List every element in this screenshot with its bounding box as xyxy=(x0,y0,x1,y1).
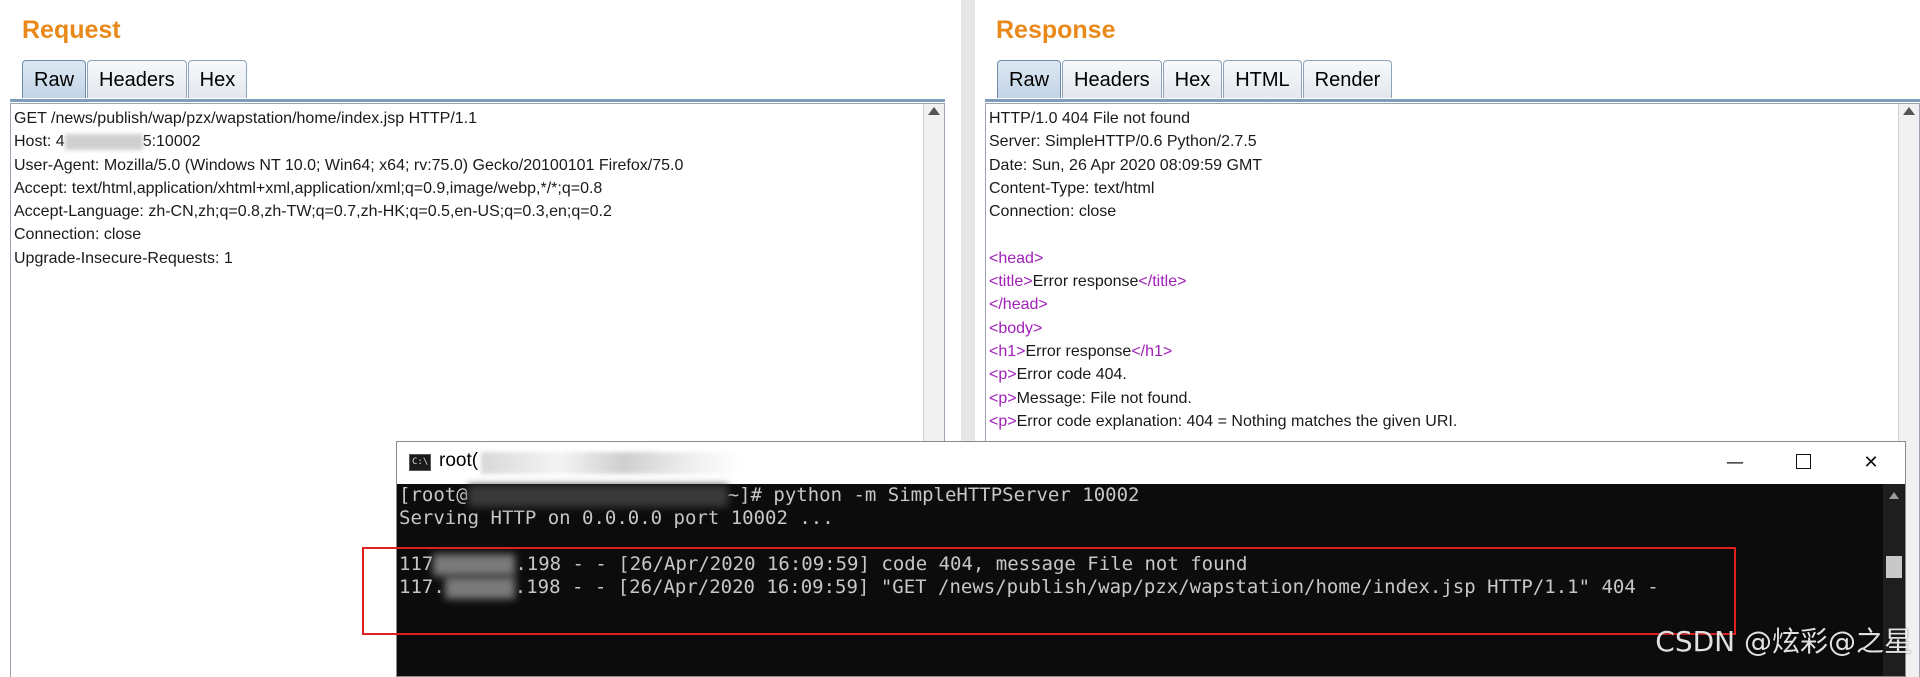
response-blank-line xyxy=(989,223,1897,246)
scroll-up-arrow-icon[interactable] xyxy=(928,107,940,115)
response-line: Content-Type: text/html xyxy=(989,179,1155,197)
request-tabs: Raw Headers Hex xyxy=(22,60,248,100)
response-line-p: <p>Error code explanation: 404 = Nothing… xyxy=(989,412,1458,430)
redacted-title xyxy=(481,452,741,474)
close-button[interactable]: ✕ xyxy=(1837,442,1905,484)
response-line: Connection: close xyxy=(989,203,1117,221)
response-line-head-close: </head> xyxy=(989,296,1048,314)
redacted-hostname xyxy=(467,484,728,507)
request-line: GET /news/publish/wap/pzx/wapstation/hom… xyxy=(14,110,478,127)
terminal-title: root( xyxy=(439,450,479,471)
response-tab-headers[interactable]: Headers xyxy=(1062,60,1162,98)
request-tab-rule xyxy=(10,99,945,102)
terminal-line-command: [root@ ~]# python -m SimpleHTTPServer 100… xyxy=(399,484,1140,507)
request-tab-hex[interactable]: Hex xyxy=(187,60,248,98)
response-tabs: Raw Headers Hex HTML Render xyxy=(997,60,1393,100)
response-line-body: <body> xyxy=(989,319,1043,337)
response-tab-rule xyxy=(985,99,1920,102)
response-line: HTTP/1.0 404 File not found xyxy=(989,110,1190,127)
request-line: Connection: close xyxy=(14,226,142,244)
maximize-icon xyxy=(1795,454,1811,469)
response-tab-hex[interactable]: Hex xyxy=(1162,60,1223,98)
redacted-host xyxy=(64,134,143,151)
red-highlight-box xyxy=(362,547,1736,635)
response-line-title: <title>Error response</title> xyxy=(989,273,1187,291)
request-line: Accept-Language: zh-CN,zh;q=0.8,zh-TW;q=… xyxy=(14,203,612,221)
console-app-icon: C:\ xyxy=(409,454,431,471)
response-line-h1: <h1>Error response</h1> xyxy=(989,342,1173,360)
response-line: Server: SimpleHTTP/0.6 Python/2.7.5 xyxy=(989,133,1257,151)
response-line-p: <p>Error code 404. xyxy=(989,366,1127,384)
response-line-p: <p>Message: File not found. xyxy=(989,389,1192,407)
scroll-up-arrow-icon[interactable] xyxy=(1903,107,1915,115)
response-tab-raw[interactable]: Raw xyxy=(997,60,1062,98)
maximize-button[interactable] xyxy=(1769,442,1837,484)
response-tab-html[interactable]: HTML xyxy=(1223,60,1302,98)
request-line: Accept: text/html,application/xhtml+xml,… xyxy=(14,179,603,197)
terminal-line: Serving HTTP on 0.0.0.0 port 10002 ... xyxy=(399,507,834,529)
request-title: Request xyxy=(22,16,121,44)
response-line: Date: Sun, 26 Apr 2020 08:09:59 GMT xyxy=(989,156,1263,174)
request-line: User-Agent: Mozilla/5.0 (Windows NT 10.0… xyxy=(14,156,684,174)
minimize-button[interactable]: — xyxy=(1701,442,1769,484)
request-line-host: Host: 4 5:10002 xyxy=(14,133,201,151)
response-line-head: <head> xyxy=(989,249,1044,267)
request-line: Upgrade-Insecure-Requests: 1 xyxy=(14,249,233,267)
request-tab-headers[interactable]: Headers xyxy=(87,60,187,98)
csdn-watermark: CSDN @炫彩@之星 xyxy=(1655,625,1912,658)
scroll-thumb[interactable] xyxy=(1886,556,1902,578)
response-title: Response xyxy=(996,16,1116,44)
scroll-up-arrow-icon[interactable] xyxy=(1889,492,1899,499)
request-tab-raw[interactable]: Raw xyxy=(22,60,87,98)
terminal-titlebar[interactable]: C:\ root( — ✕ xyxy=(397,442,1905,484)
response-tab-render[interactable]: Render xyxy=(1302,60,1393,98)
